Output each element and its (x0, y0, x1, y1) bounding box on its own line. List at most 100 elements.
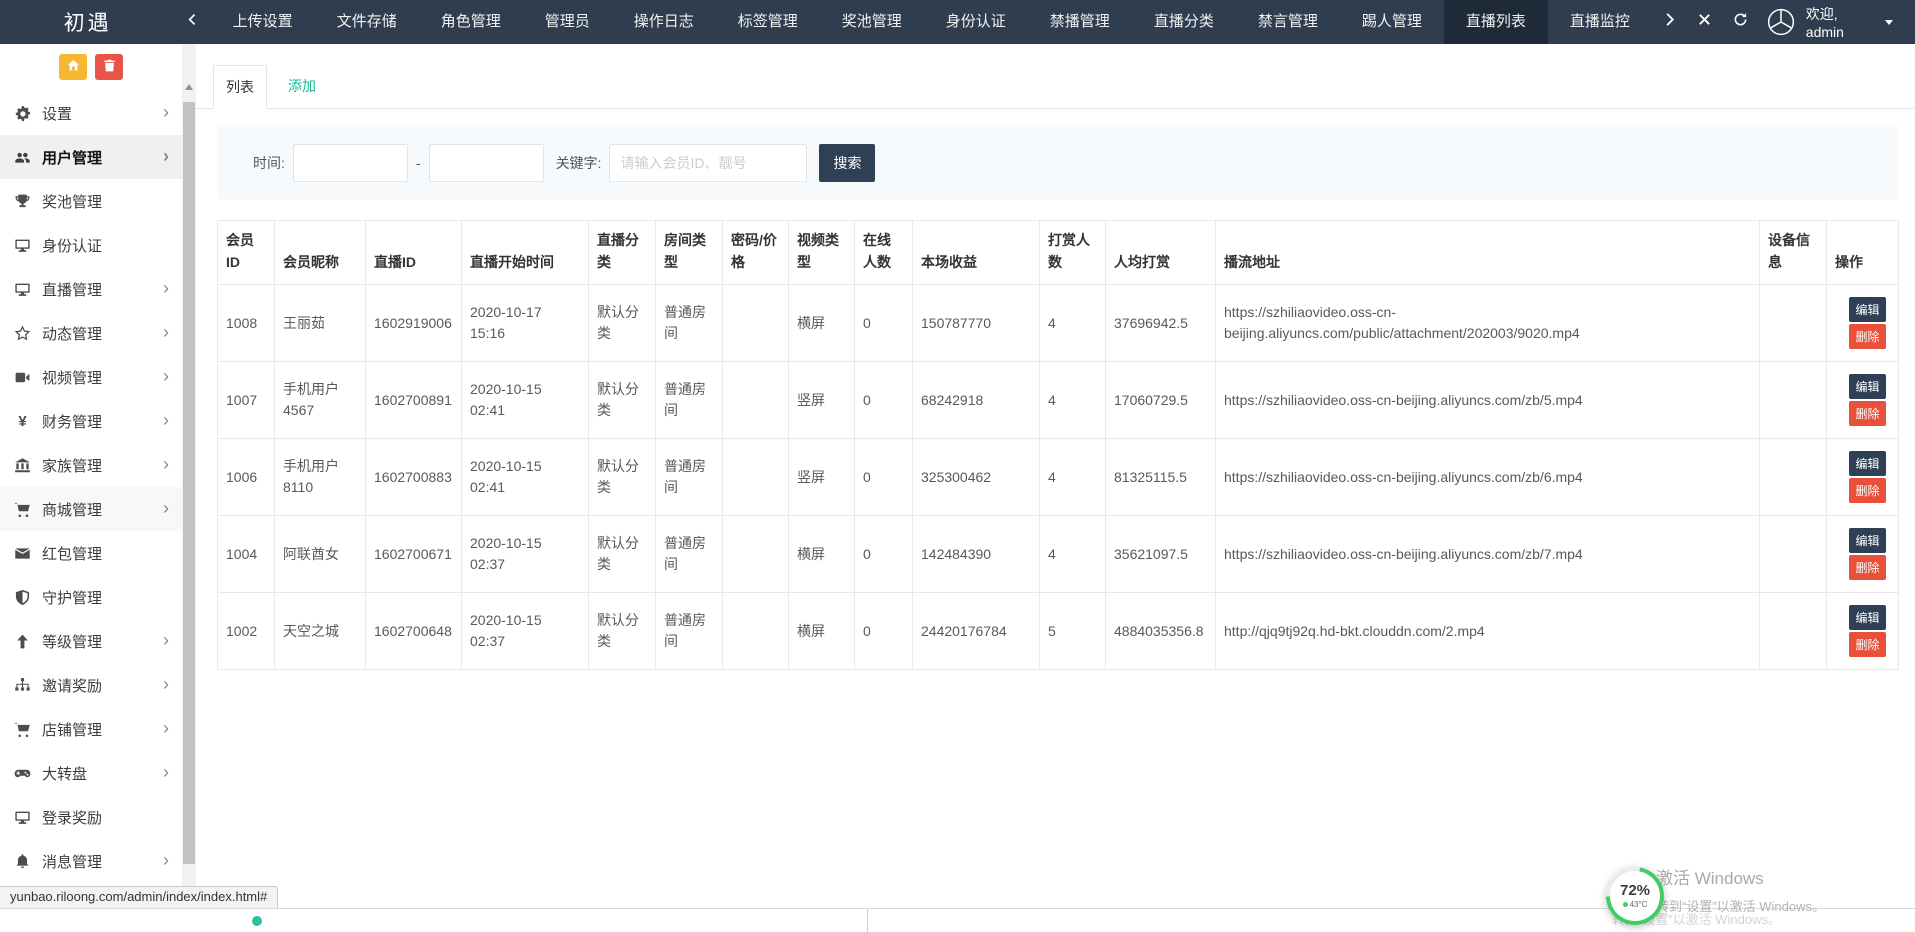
trash-button[interactable] (95, 54, 123, 80)
top-nav-item[interactable]: 禁播管理 (1028, 0, 1132, 44)
user-menu[interactable]: 欢迎, admin (1806, 4, 1893, 40)
arrow-up-icon (14, 633, 31, 650)
table-cell: 阿联酋女 (275, 516, 366, 593)
sidebar-item[interactable]: 动态管理› (0, 311, 182, 355)
top-nav-item[interactable]: 直播分类 (1132, 0, 1236, 44)
top-nav-item[interactable]: 角色管理 (419, 0, 523, 44)
table-cell: https://szhiliaovideo.oss-cn-beijing.ali… (1216, 285, 1760, 362)
windows-activation-watermark-line1: 激活 Windows (1656, 864, 1764, 889)
app-logo[interactable]: 初遇 (0, 0, 175, 44)
top-bar-right: 欢迎, admin (1652, 0, 1915, 44)
top-nav-item[interactable]: 踢人管理 (1340, 0, 1444, 44)
time-label: 时间: (253, 153, 285, 173)
sidebar-item[interactable]: 身份认证 (0, 223, 182, 267)
sidebar-item[interactable]: 登录奖励 (0, 795, 182, 839)
top-nav-item[interactable]: 管理员 (523, 0, 612, 44)
tab-bar: 列表 添加 (196, 65, 1915, 109)
nav-back-control[interactable] (175, 0, 210, 44)
performance-gauge-widget[interactable]: 72% 43°C (1606, 867, 1664, 925)
table-cell: 1602700648 (366, 593, 462, 670)
sidebar-item[interactable]: 等级管理› (0, 619, 182, 663)
sidebar-item[interactable]: 视频管理› (0, 355, 182, 399)
table-cell (723, 593, 789, 670)
top-nav-item[interactable]: 奖池管理 (820, 0, 924, 44)
table-cell: 横屏 (789, 593, 855, 670)
table-cell: 0 (855, 593, 913, 670)
avatar[interactable] (1766, 7, 1796, 37)
refresh-button[interactable] (1722, 0, 1757, 44)
edit-button[interactable]: 编辑 (1849, 451, 1886, 476)
keyword-input[interactable] (609, 144, 807, 182)
temperature-dot-icon (1623, 902, 1628, 907)
sidebar-scrollbar[interactable] (182, 44, 196, 910)
top-nav-item[interactable]: 直播列表 (1444, 0, 1548, 44)
sidebar-item-label: 用户管理 (42, 147, 163, 168)
top-nav-item[interactable]: 禁言管理 (1236, 0, 1340, 44)
top-nav-item[interactable]: 标签管理 (716, 0, 820, 44)
keyword-label: 关键字: (556, 153, 602, 173)
top-bar: 初遇 上传设置文件存储角色管理管理员操作日志标签管理奖池管理身份认证禁播管理直播… (0, 0, 1915, 44)
edit-button[interactable]: 编辑 (1849, 605, 1886, 630)
chevron-right-icon: › (163, 455, 169, 476)
scrollbar-thumb[interactable] (183, 102, 195, 864)
sidebar-quick-buttons (0, 44, 182, 89)
delete-button[interactable]: 删除 (1849, 324, 1886, 349)
scroll-up-arrow-icon[interactable] (185, 84, 193, 90)
sidebar-item[interactable]: 消息管理› (0, 839, 182, 883)
sidebar-item[interactable]: 设置› (0, 91, 182, 135)
sidebar-item[interactable]: 奖池管理 (0, 179, 182, 223)
bank-icon (14, 457, 31, 474)
gauge-face: 72% 43°C (1610, 871, 1660, 921)
sidebar-item[interactable]: 邀请奖励› (0, 663, 182, 707)
table-cell: 王丽茹 (275, 285, 366, 362)
edit-button[interactable]: 编辑 (1849, 374, 1886, 399)
sidebar-item[interactable]: 用户管理› (0, 135, 182, 179)
sidebar-item[interactable]: 大转盘› (0, 751, 182, 795)
edit-button[interactable]: 编辑 (1849, 528, 1886, 553)
top-nav-item[interactable]: 身份认证 (924, 0, 1028, 44)
sidebar-item[interactable]: 直播管理› (0, 267, 182, 311)
close-icon (1697, 12, 1712, 32)
delete-button[interactable]: 删除 (1849, 555, 1886, 580)
table-cell: 35621097.5 (1106, 516, 1216, 593)
table-cell: 17060729.5 (1106, 362, 1216, 439)
sidebar-item[interactable]: 店铺管理› (0, 707, 182, 751)
sidebar-item-label: 直播管理 (42, 279, 163, 300)
search-panel: 时间: - 关键字: 搜索 (217, 125, 1898, 200)
sidebar-item-label: 商城管理 (42, 499, 163, 520)
chevron-right-icon: › (163, 499, 169, 520)
table-cell: 0 (855, 439, 913, 516)
tab-list[interactable]: 列表 (213, 65, 267, 109)
tab-add[interactable]: 添加 (267, 65, 337, 109)
sidebar-item[interactable]: 家族管理› (0, 443, 182, 487)
top-nav-item[interactable]: 上传设置 (211, 0, 315, 44)
time-to-input[interactable] (429, 144, 544, 182)
edit-button[interactable]: 编辑 (1849, 297, 1886, 322)
top-nav-item[interactable]: 操作日志 (612, 0, 716, 44)
delete-button[interactable]: 删除 (1849, 401, 1886, 426)
live-list-table: 会员ID会员昵称直播ID直播开始时间直播分类房间类型密码/价格视频类型在线人数本… (217, 220, 1899, 670)
table-cell: 普通房间 (656, 362, 723, 439)
table-cell: 2020-10-15 02:41 (462, 362, 589, 439)
top-nav-item[interactable]: 文件存储 (315, 0, 419, 44)
time-from-input[interactable] (293, 144, 408, 182)
column-header: 视频类型 (789, 221, 855, 285)
table-cell (1760, 439, 1827, 516)
table-row: 1008王丽茹16029190062020-10-17 15:16默认分类普通房… (218, 285, 1899, 362)
nav-forward-control[interactable] (1652, 0, 1687, 44)
sidebar-item[interactable]: 商城管理› (0, 487, 182, 531)
monitor-icon (14, 281, 31, 298)
sidebar-item[interactable]: ¥财务管理› (0, 399, 182, 443)
sidebar-item[interactable]: 红包管理 (0, 531, 182, 575)
sidebar-item-label: 守护管理 (42, 587, 169, 608)
strip-divider (867, 909, 868, 932)
table-cell: 横屏 (789, 285, 855, 362)
search-button[interactable]: 搜索 (819, 144, 875, 182)
table-cell: 普通房间 (656, 285, 723, 362)
top-nav-item[interactable]: 直播监控 (1548, 0, 1652, 44)
sidebar-item[interactable]: 守护管理 (0, 575, 182, 619)
close-tabs-button[interactable] (1687, 0, 1722, 44)
home-button[interactable] (59, 54, 87, 80)
delete-button[interactable]: 删除 (1849, 478, 1886, 503)
delete-button[interactable]: 删除 (1849, 632, 1886, 657)
